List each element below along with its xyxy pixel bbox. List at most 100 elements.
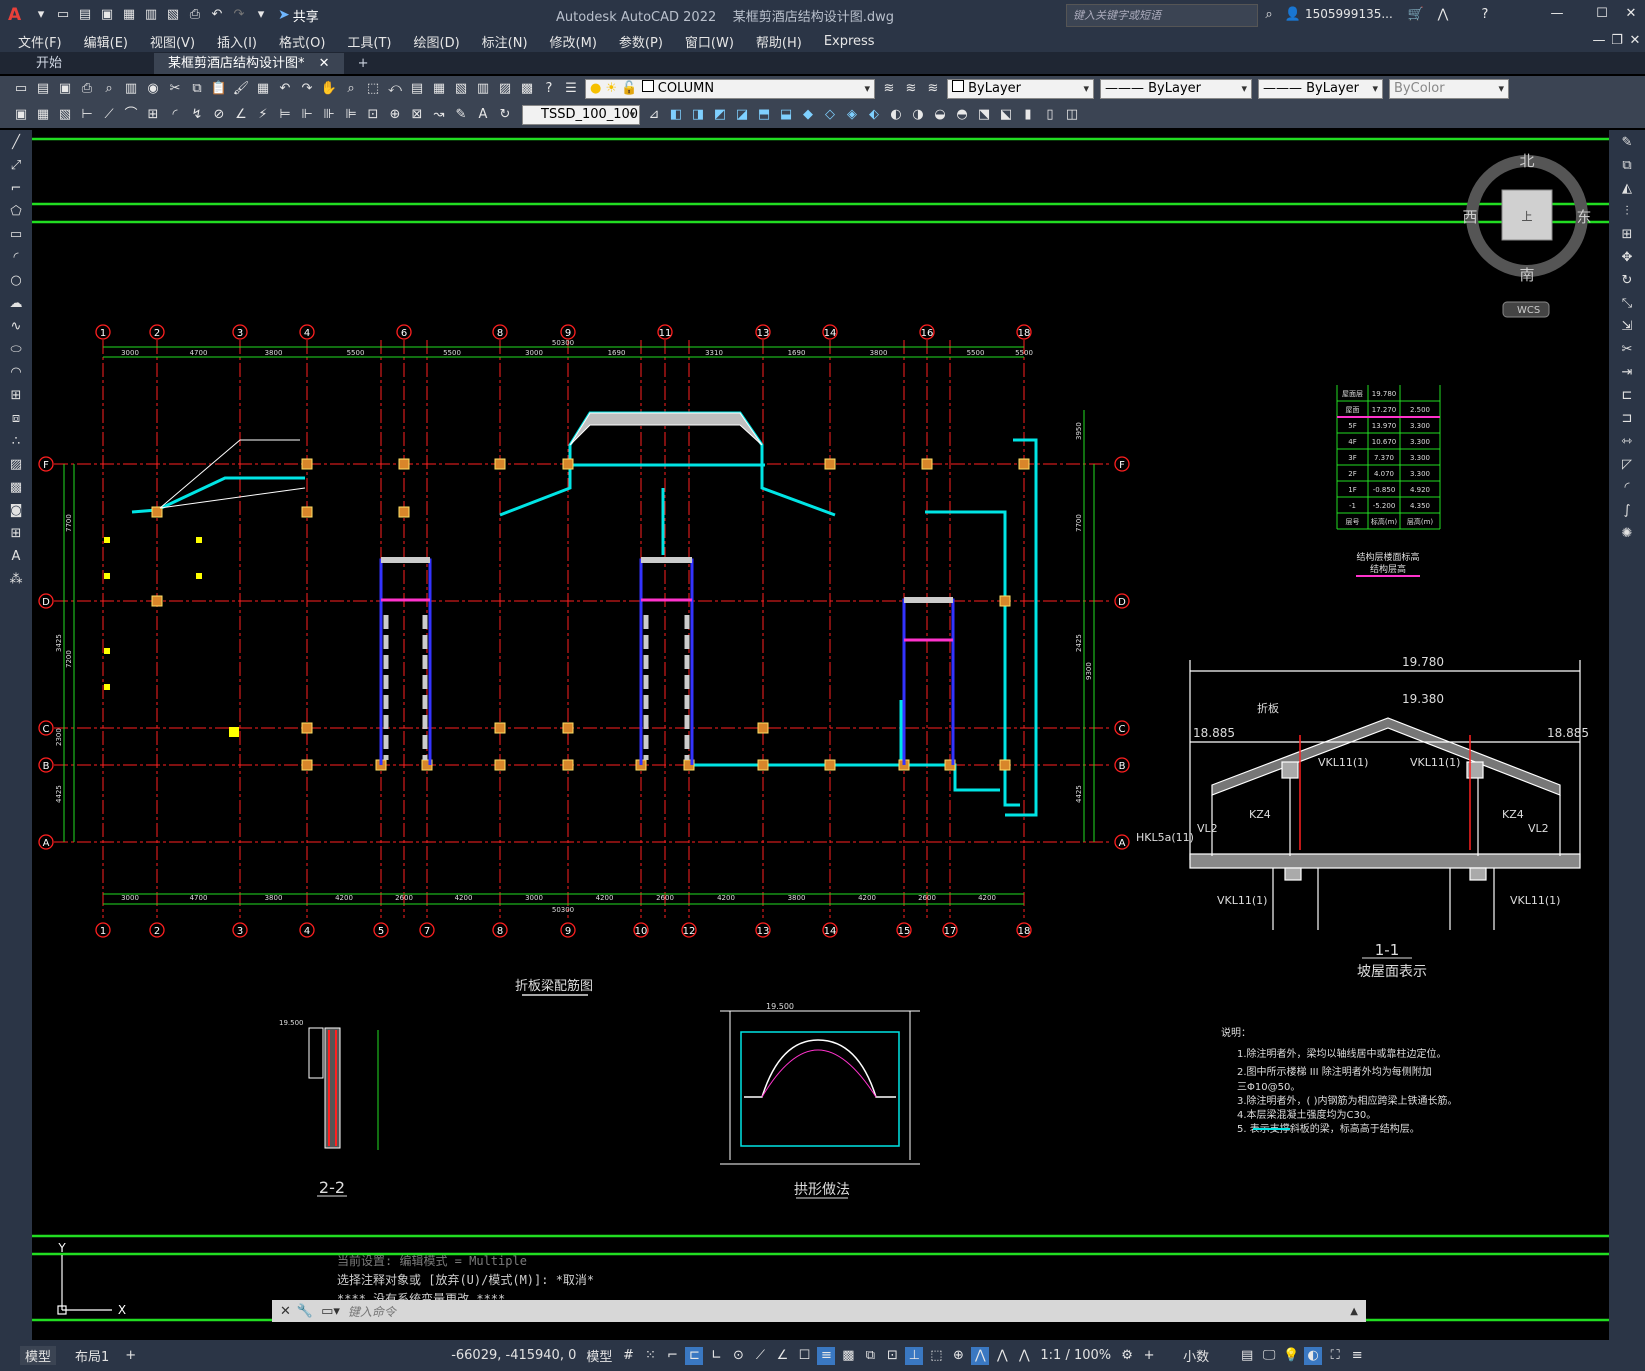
doc-minimize-icon[interactable]: —	[1590, 32, 1608, 50]
tssd-tool-2-icon[interactable]: ▦	[34, 106, 52, 124]
visual-style-3-icon[interactable]: ◒	[931, 106, 949, 124]
view-bottom-icon[interactable]: ⬓	[777, 106, 795, 124]
lineweight-icon[interactable]: ≡	[817, 1346, 836, 1365]
grid-icon[interactable]: #	[619, 1347, 637, 1365]
tolerance-icon[interactable]: ⊡	[364, 106, 382, 124]
gizmo-icon[interactable]: ⊕	[949, 1347, 967, 1365]
polar-icon[interactable]: ⊙	[729, 1347, 747, 1365]
add-selected-icon[interactable]: ⁂	[5, 570, 27, 590]
selection-cycling-icon[interactable]: ⧉	[861, 1347, 879, 1365]
menu-format[interactable]: 格式(O)	[268, 32, 336, 51]
cut-icon[interactable]: ✂	[166, 80, 184, 98]
dim-space-icon[interactable]: ⊪	[320, 106, 338, 124]
visual-style-4-icon[interactable]: ◓	[953, 106, 971, 124]
inspect-icon[interactable]: ⊠	[408, 106, 426, 124]
layer-properties-icon[interactable]: ☰	[562, 80, 580, 98]
tssd-tool-3-icon[interactable]: ▧	[56, 106, 74, 124]
copy-object-icon[interactable]: ⧉	[1616, 156, 1638, 176]
dim-update-icon[interactable]: ↻	[496, 106, 514, 124]
line-icon[interactable]: ╱	[5, 133, 27, 153]
rotate-icon[interactable]: ↻	[1616, 271, 1638, 291]
open-icon[interactable]: ▤	[34, 80, 52, 98]
dim-style-icon[interactable]: ⊿	[645, 106, 663, 124]
menu-tools[interactable]: 工具(T)	[336, 32, 402, 51]
offset-icon[interactable]: ⫶	[1616, 202, 1638, 222]
undo-icon[interactable]: ↶	[208, 6, 226, 24]
share-button[interactable]: ➤ 共享	[278, 6, 319, 25]
transparency-icon[interactable]: ▩	[839, 1347, 857, 1365]
gradient-icon[interactable]: ▩	[5, 478, 27, 498]
fillet-icon[interactable]: ◜	[1616, 478, 1638, 498]
tssd-tool-1-icon[interactable]: ▣	[12, 106, 30, 124]
explode-icon[interactable]: ✺	[1616, 524, 1638, 544]
model-space[interactable]: 模型	[581, 1346, 617, 1365]
menu-help[interactable]: 帮助(H)	[745, 32, 813, 51]
cart-icon[interactable]: 🛒	[1407, 6, 1425, 24]
new-tab-button[interactable]: +	[344, 53, 383, 74]
view-iso-sw-icon[interactable]: ◆	[799, 106, 817, 124]
annotation-visibility-icon[interactable]: ⋀	[971, 1346, 990, 1365]
color-dropdown[interactable]: ByLayer	[947, 79, 1094, 99]
make-block-icon[interactable]: ⧈	[5, 409, 27, 429]
save-icon[interactable]: ▣	[98, 6, 116, 24]
auto-scale-icon[interactable]: ⋀	[993, 1347, 1011, 1365]
menu-edit[interactable]: 编辑(E)	[73, 32, 139, 51]
view-left-icon[interactable]: ◩	[711, 106, 729, 124]
workspace-gear-icon[interactable]: ⚙	[1118, 1347, 1136, 1365]
model-tab[interactable]: 模型	[20, 1346, 57, 1365]
jogged-icon[interactable]: ↯	[188, 106, 206, 124]
close-icon[interactable]: ✕	[1622, 5, 1640, 23]
hatch-icon[interactable]: ▨	[5, 455, 27, 475]
construction-line-icon[interactable]: ⤢	[5, 156, 27, 176]
command-recent-icon[interactable]: ▭▾	[321, 1304, 340, 1319]
tool-palettes-icon[interactable]: ▧	[452, 80, 470, 98]
menu-modify[interactable]: 修改(M)	[539, 32, 608, 51]
new-file-icon[interactable]: ▭	[54, 6, 72, 24]
lock-ui-icon[interactable]: 🖵	[1260, 1347, 1278, 1365]
customize-icon[interactable]: ▾	[252, 6, 270, 24]
menu-view[interactable]: 视图(V)	[139, 32, 206, 51]
block-editor-icon[interactable]: ▦	[254, 80, 272, 98]
view-iso-se-icon[interactable]: ◇	[821, 106, 839, 124]
graphics-performance-icon[interactable]: ◐	[1304, 1346, 1323, 1365]
customize-status-icon[interactable]: ≡	[1348, 1347, 1366, 1365]
isodraft-icon[interactable]: ⟋	[751, 1347, 769, 1365]
object-snap-icon[interactable]: ☐	[795, 1347, 813, 1365]
array-icon[interactable]: ⊞	[1616, 225, 1638, 245]
arc-length-icon[interactable]: ⌒	[122, 106, 140, 124]
baseline-icon[interactable]: ⊨	[276, 106, 294, 124]
markup-icon[interactable]: ▨	[496, 80, 514, 98]
make-current-icon[interactable]: ≋	[880, 80, 898, 98]
selection-filter-icon[interactable]: ⬚	[927, 1347, 945, 1365]
polyline-icon[interactable]: ⌐	[5, 179, 27, 199]
publish-icon[interactable]: ▥	[122, 80, 140, 98]
print-icon[interactable]: ⎙	[186, 6, 204, 24]
ordinate-icon[interactable]: ⊞	[144, 106, 162, 124]
units-readout[interactable]: 小数	[1178, 1346, 1214, 1365]
view-front-icon[interactable]: ◧	[667, 106, 685, 124]
visual-style-1-icon[interactable]: ◐	[887, 106, 905, 124]
redo-icon[interactable]: ↷	[298, 80, 316, 98]
object-snap-tracking-icon[interactable]: ∠	[773, 1347, 791, 1365]
3d-dwf-icon[interactable]: ◉	[144, 80, 162, 98]
save-icon[interactable]: ▣	[56, 80, 74, 98]
add-layout-button[interactable]: +	[120, 1348, 141, 1363]
save-web-icon[interactable]: ▧	[164, 6, 182, 24]
app-menu-button[interactable]: A	[8, 5, 30, 25]
maximize-icon[interactable]: ☐	[1593, 5, 1611, 23]
new-icon[interactable]: ▭	[12, 80, 30, 98]
continue-icon[interactable]: ⊩	[298, 106, 316, 124]
help-icon[interactable]: ?	[1476, 6, 1494, 24]
calculator-icon[interactable]: ▩	[518, 80, 536, 98]
menu-insert[interactable]: 插入(I)	[206, 32, 268, 51]
menu-file[interactable]: 文件(F)	[7, 32, 73, 51]
stretch-icon[interactable]: ⇲	[1616, 317, 1638, 337]
ellipse-icon[interactable]: ⬭	[5, 340, 27, 360]
arc-icon[interactable]: ◜	[5, 248, 27, 268]
mirror-icon[interactable]: ◭	[1616, 179, 1638, 199]
layer-dropdown[interactable]: ● ☀ 🔓 COLUMN	[585, 79, 875, 99]
autodesk-a360-icon[interactable]: ⋀	[1434, 6, 1452, 24]
menu-dimension[interactable]: 标注(N)	[471, 32, 539, 51]
ucs-5-icon[interactable]: ◫	[1063, 106, 1081, 124]
doc-restore-icon[interactable]: ❐	[1608, 32, 1626, 50]
